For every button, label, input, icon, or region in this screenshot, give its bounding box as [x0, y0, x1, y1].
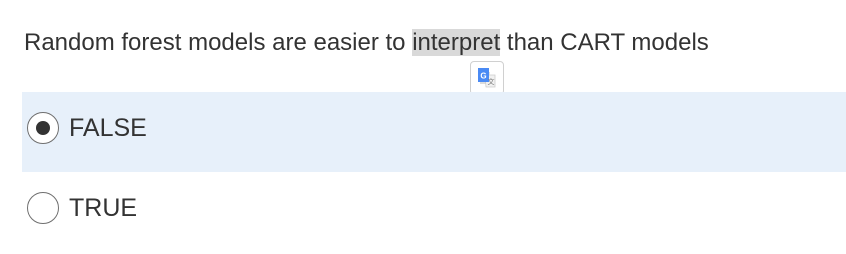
radio-button-false[interactable]: [27, 112, 59, 144]
svg-text:文: 文: [488, 77, 495, 86]
radio-selected-dot: [35, 120, 50, 135]
google-translate-icon: G 文: [478, 68, 496, 88]
selected-word-highlight: interpret: [412, 29, 501, 56]
answer-option-false[interactable]: FALSE: [22, 92, 846, 172]
answer-label-false: FALSE: [69, 114, 147, 142]
radio-button-true[interactable]: [27, 192, 59, 224]
question-text: Random forest models are easier to inter…: [24, 26, 709, 60]
answer-label-true: TRUE: [69, 194, 138, 222]
question-text-before: Random forest models are easier to: [24, 29, 413, 56]
google-translate-button[interactable]: G 文: [470, 61, 504, 95]
question-text-after: than CART models: [500, 29, 709, 56]
translate-glyph: G: [480, 72, 486, 81]
answer-option-true[interactable]: TRUE: [22, 172, 846, 252]
